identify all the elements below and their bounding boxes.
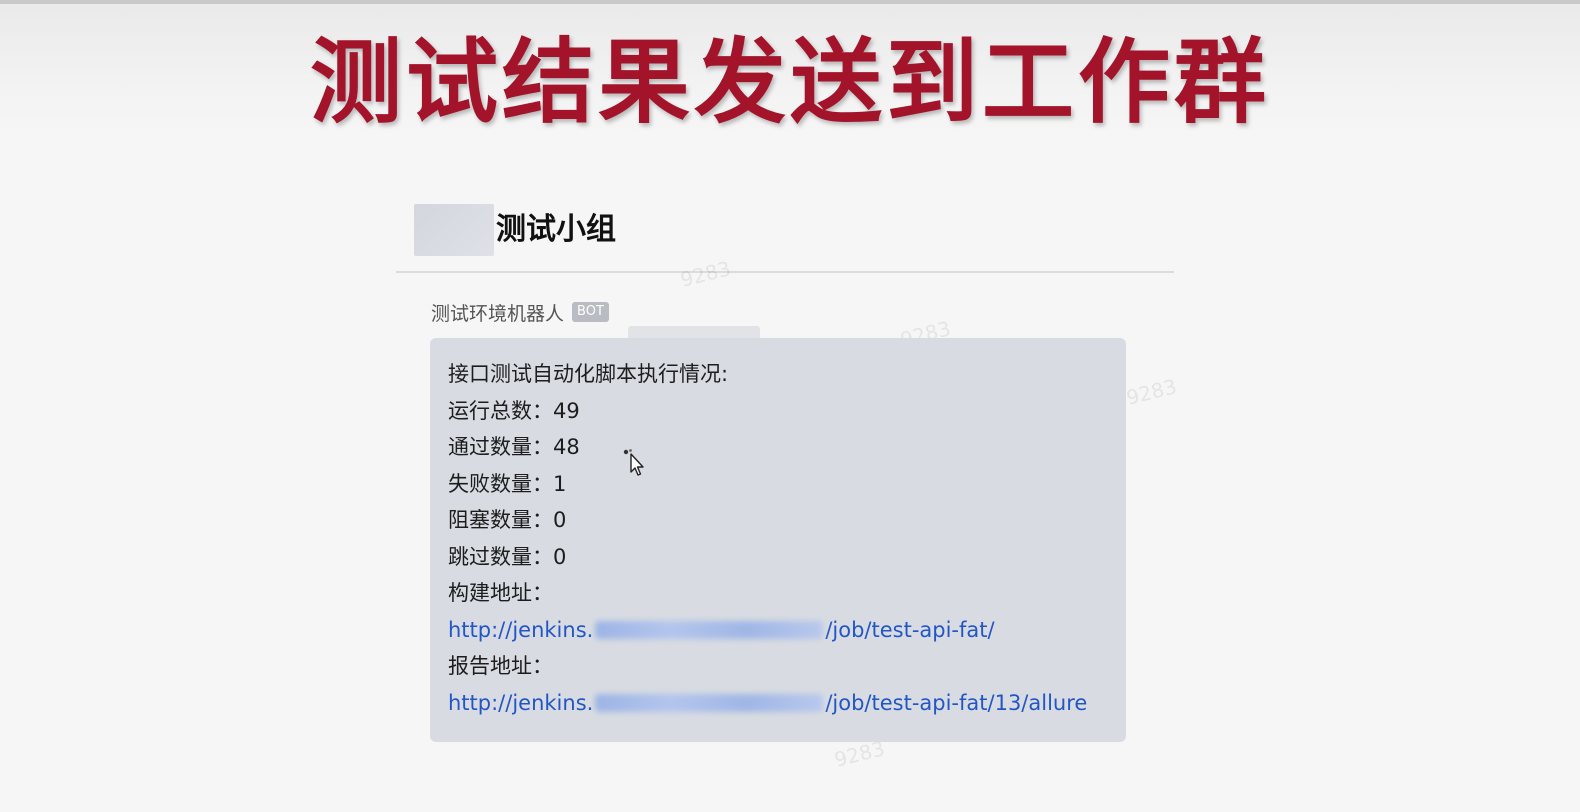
- stat-label: 阻塞数量：: [448, 508, 553, 532]
- stat-skipped: 跳过数量：0: [448, 539, 1087, 576]
- bot-badge: BOT: [572, 302, 609, 322]
- mouse-pointer-icon: [623, 449, 644, 476]
- sender-name[interactable]: 测试环境机器人: [431, 299, 564, 326]
- group-avatar[interactable]: [414, 204, 494, 256]
- page-headline: 测试结果发送到工作群: [309, 29, 1270, 136]
- stat-label: 通过数量：: [448, 435, 553, 459]
- chat-header: 测试小组: [396, 196, 1174, 273]
- link-suffix: /job/test-api-fat/13/allure: [825, 690, 1088, 715]
- stat-value: 0: [553, 508, 567, 532]
- link-prefix: http://jenkins.: [448, 617, 594, 642]
- link-suffix: /job/test-api-fat/: [825, 617, 995, 642]
- message-body: 接口测试自动化脚本执行情况: 运行总数：49 通过数量：48 失败数量：1 阻塞…: [448, 356, 1087, 721]
- watermark: 9283: [1123, 374, 1180, 410]
- blurred-domain: [595, 693, 824, 712]
- build-url-label: 构建地址：: [448, 581, 553, 605]
- report-url-link[interactable]: http://jenkins. /job/test-api-fat/13/allu…: [448, 685, 1087, 722]
- stat-total: 运行总数：49: [448, 393, 1087, 430]
- report-url-label: 报告地址：: [448, 654, 553, 678]
- message-title: 接口测试自动化脚本执行情况:: [448, 362, 729, 386]
- window-top-border: [0, 0, 1580, 4]
- stat-value: 1: [553, 471, 567, 496]
- build-url-link[interactable]: http://jenkins. /job/test-api-fat/: [448, 612, 1087, 649]
- stat-value: 0: [553, 544, 567, 569]
- stat-label: 跳过数量：: [448, 544, 553, 569]
- stat-value: 49: [553, 398, 580, 423]
- stat-label: 运行总数：: [448, 398, 553, 423]
- stat-failed: 失败数量：1: [448, 466, 1087, 503]
- stat-blocked: 阻塞数量：0: [448, 502, 1087, 539]
- link-prefix: http://jenkins.: [448, 690, 594, 715]
- message-card: 接口测试自动化脚本执行情况: 运行总数：49 通过数量：48 失败数量：1 阻塞…: [430, 338, 1126, 742]
- group-name[interactable]: 测试小组: [496, 210, 616, 250]
- message-sender: 测试环境机器人 BOT: [431, 298, 609, 326]
- stat-passed: 通过数量：48: [448, 429, 1087, 466]
- stat-label: 失败数量：: [448, 471, 553, 496]
- blurred-domain: [595, 620, 824, 639]
- stat-value: 48: [553, 435, 580, 459]
